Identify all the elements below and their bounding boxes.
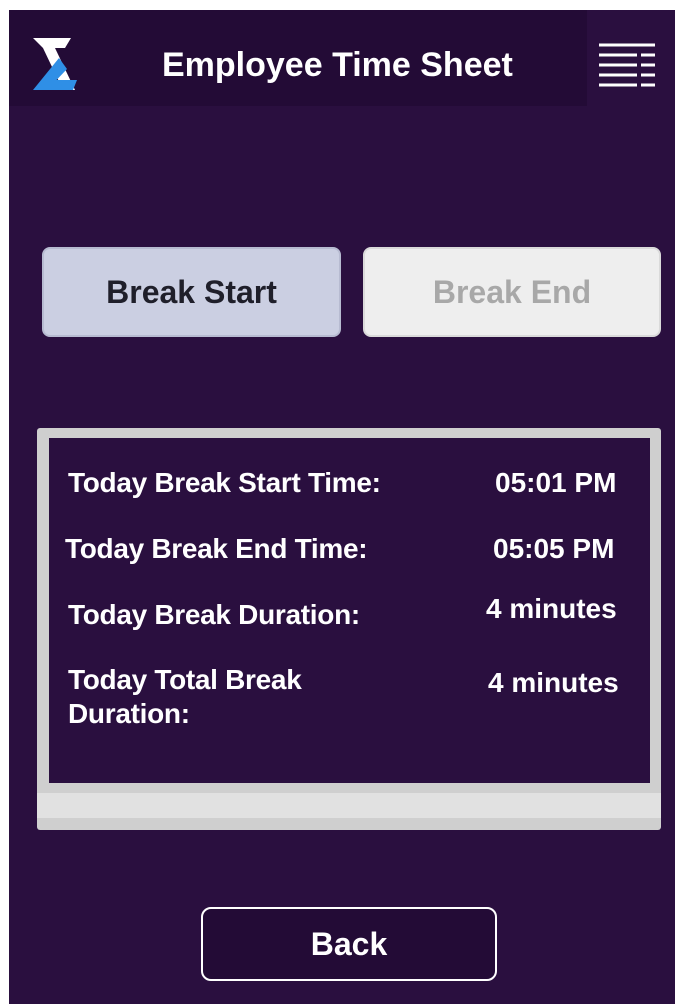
break-duration-value: 4 minutes	[486, 593, 617, 624]
break-end-time-value: 05:05 PM	[493, 533, 615, 564]
card-footer-band	[37, 793, 661, 818]
break-summary-card: Today Break Start Time: 05:01 PM Today B…	[37, 428, 661, 830]
break-duration-label: Today Break Duration:	[68, 599, 360, 630]
total-break-duration-label: Today Total Break Duration:	[68, 664, 302, 729]
back-button[interactable]: Back	[201, 907, 497, 981]
break-end-time-label: Today Break End Time:	[65, 533, 368, 564]
break-start-time-label: Today Break Start Time:	[68, 467, 381, 498]
break-end-button[interactable]: Break End	[363, 247, 661, 337]
app-screen: Employee Time Sheet Break Start Break En…	[9, 10, 675, 1004]
hamburger-menu-icon[interactable]	[597, 42, 657, 88]
break-start-time-value: 05:01 PM	[495, 467, 617, 498]
app-header: Employee Time Sheet	[9, 10, 587, 106]
page-title: Employee Time Sheet	[162, 46, 513, 84]
break-summary-panel: Today Break Start Time: 05:01 PM Today B…	[49, 438, 650, 783]
break-start-button[interactable]: Break Start	[42, 247, 341, 337]
total-break-duration-value: 4 minutes	[488, 667, 619, 698]
brand-x-logo	[33, 38, 77, 90]
